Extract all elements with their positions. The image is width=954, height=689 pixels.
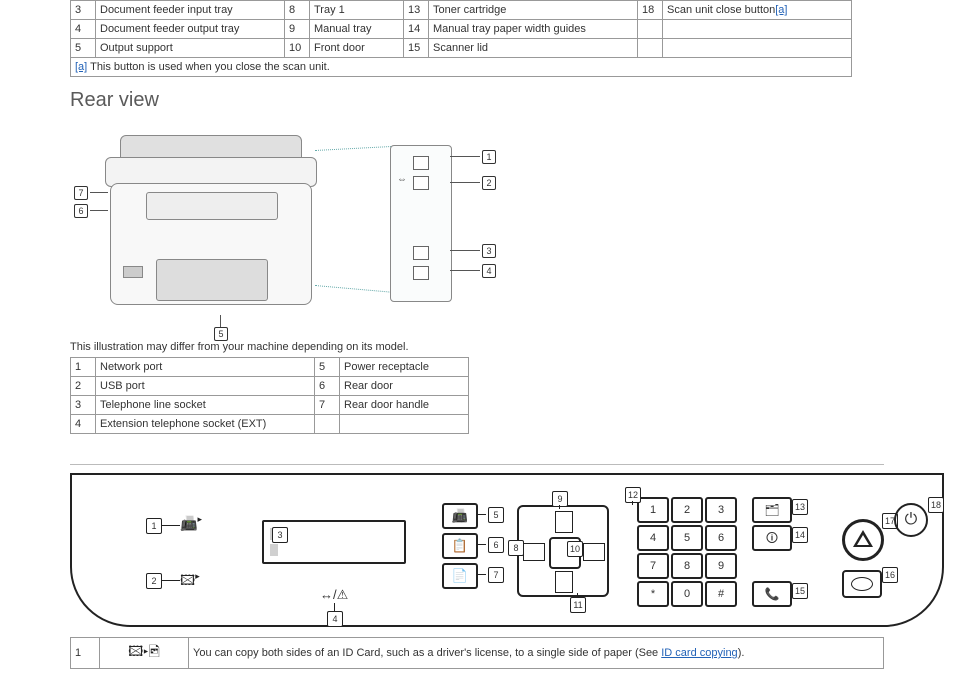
panel-callout-18: 18 <box>928 497 944 513</box>
panel-callout-8: 8 <box>508 540 524 556</box>
id-copy-cell-icon: 🖾▸🖻 <box>100 638 189 669</box>
callout-7: 7 <box>74 186 88 200</box>
table-row: 2 USB port 6 Rear door <box>71 377 469 396</box>
start-button[interactable] <box>842 570 882 598</box>
cell-num: 13 <box>404 1 429 20</box>
power-button[interactable] <box>894 503 928 537</box>
key-4[interactable]: 4 <box>637 525 669 551</box>
stop-button[interactable] <box>842 519 884 561</box>
key-star[interactable]: * <box>637 581 669 607</box>
cell-num: 1 <box>71 638 100 669</box>
panel-description-table: 1 🖾▸🖻 You can copy both sides of an ID C… <box>70 637 884 669</box>
copy-mode-button[interactable]: 📋 <box>442 533 478 559</box>
top-parts-table: 3 Document feeder input tray 8 Tray 1 13… <box>70 0 852 77</box>
key-7[interactable]: 7 <box>637 553 669 579</box>
key-9[interactable]: 9 <box>705 553 737 579</box>
callout-3: 3 <box>482 244 496 258</box>
table-row: 3 Telephone line socket 7 Rear door hand… <box>71 396 469 415</box>
table-row: 1 Network port 5 Power receptacle <box>71 358 469 377</box>
onhook-button[interactable]: 📞 <box>752 581 792 607</box>
footnote-link-a[interactable]: [a] <box>775 4 787 16</box>
printer-body-illustration <box>105 135 315 315</box>
panel-callout-13: 13 <box>792 499 808 515</box>
panel-callout-11: 11 <box>570 597 586 613</box>
panel-callout-2: 2 <box>146 573 162 589</box>
key-8[interactable]: 8 <box>671 553 703 579</box>
table-row: 1 🖾▸🖻 You can copy both sides of an ID C… <box>71 638 884 669</box>
table-row: 4 Extension telephone socket (EXT) <box>71 415 469 434</box>
panel-callout-15: 15 <box>792 583 808 599</box>
scan-to-icon: 📠▸ <box>180 515 202 532</box>
panel-callout-12: 12 <box>625 487 641 503</box>
cell-num: 3 <box>71 1 96 20</box>
panel-callout-9: 9 <box>552 491 568 507</box>
control-panel-diagram: 📠▸ 🖾▸ 1 2 3 ↔/⚠ 4 📠 📋 📄 5 6 <box>70 473 944 627</box>
cell-description: You can copy both sides of an ID Card, s… <box>189 638 884 669</box>
cell-label: Tray 1 <box>310 1 404 20</box>
callout-6: 6 <box>74 204 88 218</box>
key-5[interactable]: 5 <box>671 525 703 551</box>
footnote-anchor-a[interactable]: [a] <box>75 61 87 73</box>
scan-mode-button[interactable]: 📠 <box>442 503 478 529</box>
table-row: 4 Document feeder output tray 9 Manual t… <box>71 20 852 39</box>
panel-callout-10: 10 <box>567 541 583 557</box>
key-6[interactable]: 6 <box>705 525 737 551</box>
redial-button[interactable]: 🛈 <box>752 525 792 551</box>
panel-callout-4: 4 <box>327 611 343 627</box>
rear-caption: This illustration may differ from your m… <box>70 341 884 353</box>
callout-5: 5 <box>214 327 228 341</box>
id-card-copying-link[interactable]: ID card copying <box>661 647 737 659</box>
panel-callout-16: 16 <box>882 567 898 583</box>
rear-view-diagram: ⇔ 1 2 3 4 7 6 5 <box>70 120 510 335</box>
key-2[interactable]: 2 <box>671 497 703 523</box>
table-row: 5 Output support 10 Front door 15 Scanne… <box>71 39 852 58</box>
panel-callout-14: 14 <box>792 527 808 543</box>
key-3[interactable]: 3 <box>705 497 737 523</box>
cell-scan-unit: Scan unit close button[a] <box>663 1 852 20</box>
panel-callout-1: 1 <box>146 518 162 534</box>
footnote-row: [a] This button is used when you close t… <box>71 58 852 77</box>
panel-callout-7: 7 <box>488 567 504 583</box>
callout-2: 2 <box>482 176 496 190</box>
cell-num: 18 <box>638 1 663 20</box>
key-0[interactable]: 0 <box>671 581 703 607</box>
panel-callout-5: 5 <box>488 507 504 523</box>
callout-1: 1 <box>482 150 496 164</box>
id-copy-icon: 🖾▸ <box>180 570 200 594</box>
cell-label: Document feeder input tray <box>96 1 285 20</box>
cell-num: 8 <box>285 1 310 20</box>
rear-view-heading: Rear view <box>70 89 884 112</box>
table-row: 3 Document feeder input tray 8 Tray 1 13… <box>71 1 852 20</box>
panel-callout-6: 6 <box>488 537 504 553</box>
port-panel-illustration: ⇔ <box>390 145 452 302</box>
cell-label: Toner cartridge <box>429 1 638 20</box>
rear-parts-table: 1 Network port 5 Power receptacle 2 USB … <box>70 357 469 434</box>
navigation-dpad[interactable] <box>517 505 609 597</box>
panel-callout-3: 3 <box>272 527 288 543</box>
fax-mode-button[interactable]: 📄 <box>442 563 478 589</box>
callout-4: 4 <box>482 264 496 278</box>
address-book-button[interactable]: 🗂 <box>752 497 792 523</box>
key-hash[interactable]: # <box>705 581 737 607</box>
arrows-warning-icon: ↔/⚠ <box>320 587 348 603</box>
key-1[interactable]: 1 <box>637 497 669 523</box>
